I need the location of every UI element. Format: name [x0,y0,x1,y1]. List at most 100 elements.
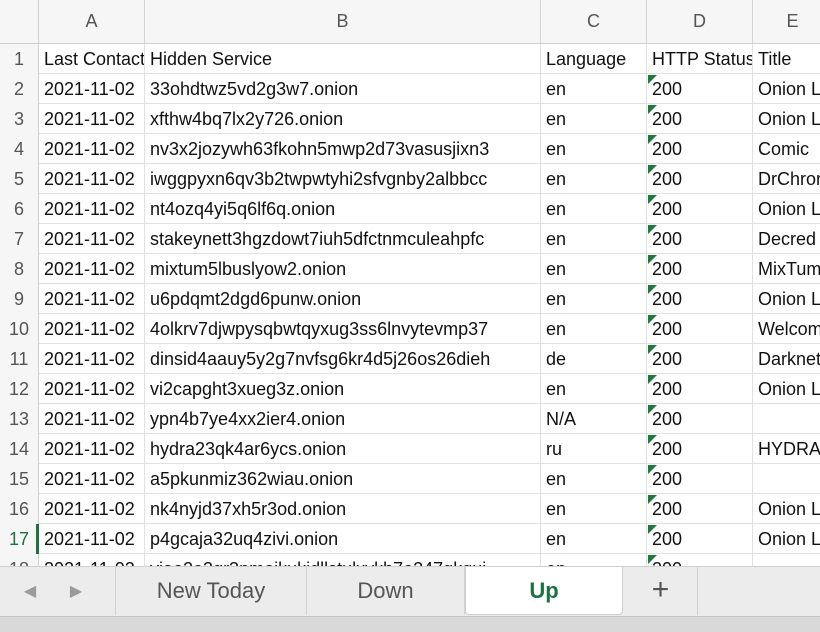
table-cell[interactable]: HYDRA [753,434,820,464]
table-cell[interactable]: 200 [647,224,753,254]
sheet-tab-down[interactable]: Down [307,567,465,615]
select-all-corner[interactable] [0,0,39,43]
table-cell[interactable]: 2021-11-02 [39,404,145,434]
table-cell[interactable]: Onion Links [753,194,820,224]
table-cell[interactable]: a5pkunmiz362wiau.onion [145,464,541,494]
row-number[interactable]: 12 [0,374,39,404]
table-cell[interactable]: en [541,74,647,104]
table-cell[interactable]: 2021-11-02 [39,494,145,524]
table-cell[interactable]: Welcome [753,314,820,344]
spreadsheet-grid[interactable]: ABCDE 1 Last Contact Hidden Service Languag… [0,0,820,566]
table-cell[interactable]: 200 [647,464,753,494]
table-cell[interactable]: nk4nyjd37xh5r3od.onion [145,494,541,524]
table-cell[interactable]: 2021-11-02 [39,194,145,224]
row-number[interactable]: 16 [0,494,39,524]
row-number[interactable]: 15 [0,464,39,494]
row-number[interactable]: 6 [0,194,39,224]
table-cell[interactable]: MixTum [753,254,820,284]
table-cell[interactable]: 2021-11-02 [39,224,145,254]
table-cell[interactable]: 200 [647,164,753,194]
table-cell[interactable] [753,404,820,434]
table-cell[interactable]: u6pdqmt2dgd6punw.onion [145,284,541,314]
table-cell[interactable]: 200 [647,134,753,164]
row-number[interactable]: 18 [0,554,39,566]
table-cell[interactable]: iwggpyxn6qv3b2twpwtyhi2sfvgnby2albbcc [145,164,541,194]
table-cell[interactable]: en [541,554,647,566]
table-cell[interactable]: hydra23qk4ar6ycs.onion [145,434,541,464]
table-cell[interactable]: 200 [647,104,753,134]
column-header-c[interactable]: C [541,0,647,43]
next-sheet-arrow-icon[interactable]: ▶ [58,567,94,617]
table-cell[interactable]: 200 [647,374,753,404]
row-number[interactable]: 8 [0,254,39,284]
table-cell[interactable]: en [541,104,647,134]
table-cell[interactable]: en [541,164,647,194]
table-cell[interactable]: en [541,464,647,494]
table-cell[interactable]: en [541,314,647,344]
table-cell[interactable]: ru [541,434,647,464]
row-number[interactable]: 7 [0,224,39,254]
row-number[interactable]: 9 [0,284,39,314]
table-cell[interactable]: en [541,194,647,224]
table-cell[interactable]: en [541,284,647,314]
table-cell[interactable]: en [541,254,647,284]
table-cell[interactable]: yiao2o3gr3nmoikukidllstulxykb7o247gkqui [145,554,541,566]
table-cell[interactable]: stakeynett3hgzdowt7iuh5dfctnmculeahpfc [145,224,541,254]
table-cell[interactable]: vi2capght3xueg3z.onion [145,374,541,404]
table-cell[interactable] [753,464,820,494]
column-header-e[interactable]: E [753,0,820,43]
header-cell[interactable]: Last Contact [39,44,145,74]
table-cell[interactable]: en [541,524,647,554]
table-cell[interactable]: N/A [541,404,647,434]
table-cell[interactable]: 200 [647,254,753,284]
row-number[interactable]: 1 [0,44,39,74]
table-cell[interactable]: 200 [647,434,753,464]
table-cell[interactable]: 2021-11-02 [39,464,145,494]
sheet-tab-up[interactable]: Up [465,567,623,615]
header-cell[interactable]: Hidden Service [145,44,541,74]
table-cell[interactable]: en [541,494,647,524]
table-cell[interactable]: 2021-11-02 [39,104,145,134]
row-number[interactable]: 13 [0,404,39,434]
table-cell[interactable]: dinsid4aauy5y2g7nvfsg6kr4d5j26os26dieh [145,344,541,374]
table-cell[interactable]: 200 [647,74,753,104]
table-cell[interactable]: 2021-11-02 [39,374,145,404]
table-cell[interactable]: en [541,374,647,404]
table-cell[interactable]: ypn4b7ye4xx2ier4.onion [145,404,541,434]
table-cell[interactable]: 2021-11-02 [39,344,145,374]
table-cell[interactable]: nv3x2jozywh63fkohn5mwp2d73vasusjixn3 [145,134,541,164]
row-number[interactable]: 11 [0,344,39,374]
table-cell[interactable]: Onion Links [753,284,820,314]
table-cell[interactable]: Onion Links [753,104,820,134]
table-cell[interactable]: en [541,134,647,164]
table-cell[interactable]: Onion Links [753,524,820,554]
table-cell[interactable]: xfthw4bq7lx2y726.onion [145,104,541,134]
row-number[interactable]: 14 [0,434,39,464]
table-cell[interactable]: 4olkrv7djwpysqbwtqyxug3ss6lnvytevmp37 [145,314,541,344]
row-number[interactable]: 10 [0,314,39,344]
table-cell[interactable]: Decred [753,224,820,254]
table-cell[interactable]: 200 [647,494,753,524]
row-number[interactable]: 4 [0,134,39,164]
table-cell[interactable]: 2021-11-02 [39,524,145,554]
table-cell[interactable]: 200 [647,554,753,566]
table-cell[interactable]: 200 [647,344,753,374]
sheet-tab-new-today[interactable]: New Today [115,567,307,615]
table-cell[interactable]: 2021-11-02 [39,284,145,314]
table-cell[interactable]: de [541,344,647,374]
table-cell[interactable]: 200 [647,194,753,224]
table-cell[interactable]: 33ohdtwz5vd2g3w7.onion [145,74,541,104]
table-cell[interactable]: 2021-11-02 [39,554,145,566]
header-cell[interactable]: HTTP Status [647,44,753,74]
prev-sheet-arrow-icon[interactable]: ◀ [12,567,48,617]
table-cell[interactable]: 2021-11-02 [39,164,145,194]
table-cell[interactable]: DrChronic [753,164,820,194]
column-header-d[interactable]: D [647,0,753,43]
table-cell[interactable]: Onion Links [753,74,820,104]
table-cell[interactable]: Onion Links [753,494,820,524]
table-cell[interactable] [753,554,820,566]
table-cell[interactable]: Onion Links [753,374,820,404]
table-cell[interactable]: 2021-11-02 [39,74,145,104]
row-number[interactable]: 17 [0,524,39,554]
table-cell[interactable]: 2021-11-02 [39,254,145,284]
